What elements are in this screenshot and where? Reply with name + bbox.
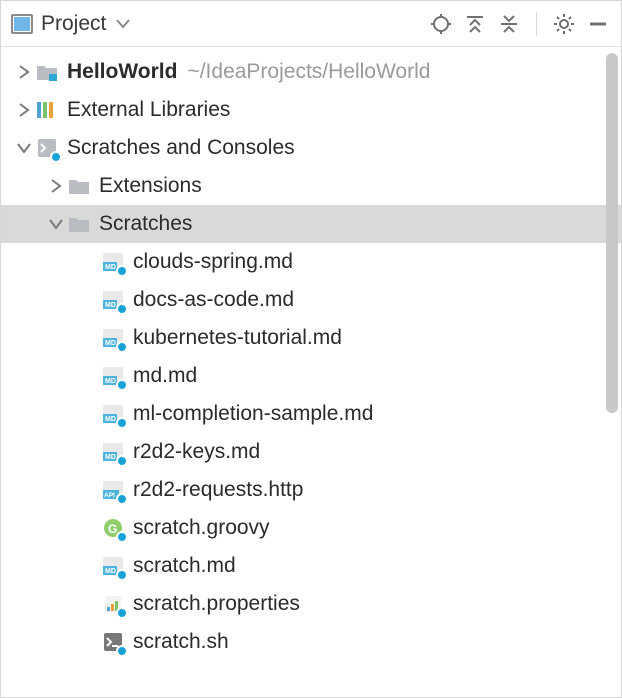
project-tool-window: Project (0, 0, 622, 698)
collapse-all-icon[interactable] (496, 11, 522, 37)
chevron-down-icon[interactable] (45, 213, 67, 235)
hide-icon[interactable] (585, 11, 611, 37)
md-file-icon: MD (101, 402, 125, 426)
tree-node-file[interactable]: API r2d2-requests.http (1, 471, 621, 509)
tree-node-file[interactable]: MD docs-as-code.md (1, 281, 621, 319)
tree-label: scratch.md (133, 554, 236, 578)
tree-node-file[interactable]: scratch.sh (1, 623, 621, 661)
svg-text:MD: MD (105, 340, 116, 347)
tree-label: r2d2-requests.http (133, 478, 303, 502)
svg-text:MD: MD (105, 378, 116, 385)
tree-node-external-libraries[interactable]: External Libraries (1, 91, 621, 129)
tree-node-file[interactable]: MD ml-completion-sample.md (1, 395, 621, 433)
tree-label: scratch.properties (133, 592, 300, 616)
libraries-icon (35, 98, 59, 122)
locate-icon[interactable] (428, 11, 454, 37)
svg-text:MD: MD (105, 568, 116, 575)
tree-label: External Libraries (67, 98, 230, 122)
svg-text:MD: MD (105, 416, 116, 423)
folder-icon (67, 174, 91, 198)
tree-label: ml-completion-sample.md (133, 402, 373, 426)
tree-label: md.md (133, 364, 197, 388)
tree-label: HelloWorld (67, 60, 177, 84)
svg-text:API: API (104, 492, 115, 499)
md-file-icon: MD (101, 288, 125, 312)
tree-hint: ~/IdeaProjects/HelloWorld (187, 60, 430, 84)
tree-label: Extensions (99, 174, 202, 198)
tree-node-file[interactable]: MD scratch.md (1, 547, 621, 585)
tree-node-file[interactable]: MD md.md (1, 357, 621, 395)
tree-node-file[interactable]: G scratch.groovy (1, 509, 621, 547)
tree-node-extensions[interactable]: Extensions (1, 167, 621, 205)
tree-label: scratch.groovy (133, 516, 270, 540)
tree-label: r2d2-keys.md (133, 440, 260, 464)
svg-text:MD: MD (105, 454, 116, 461)
md-file-icon: MD (101, 326, 125, 350)
view-title: Project (41, 12, 106, 36)
tree-node-scratches-consoles[interactable]: Scratches and Consoles (1, 129, 621, 167)
project-toolbar: Project (1, 1, 621, 47)
md-file-icon: MD (101, 250, 125, 274)
tree-node-file[interactable]: MD clouds-spring.md (1, 243, 621, 281)
md-file-icon: MD (101, 440, 125, 464)
tree-label: clouds-spring.md (133, 250, 293, 274)
groovy-file-icon: G (101, 516, 125, 540)
api-file-icon: API (101, 478, 125, 502)
project-view-icon (11, 14, 33, 34)
folder-icon (67, 212, 91, 236)
props-file-icon (101, 592, 125, 616)
chevron-right-icon[interactable] (13, 99, 35, 121)
md-file-icon: MD (101, 364, 125, 388)
tree-label: Scratches (99, 212, 192, 236)
tree-label: Scratches and Consoles (67, 136, 295, 160)
gear-icon[interactable] (551, 11, 577, 37)
module-folder-icon (35, 60, 59, 84)
tree-node-file[interactable]: MD r2d2-keys.md (1, 433, 621, 471)
tree-label: kubernetes-tutorial.md (133, 326, 342, 350)
project-tree[interactable]: HelloWorld ~/IdeaProjects/HelloWorld Ext… (1, 47, 621, 661)
expand-all-icon[interactable] (462, 11, 488, 37)
view-selector[interactable]: Project (11, 12, 130, 36)
sh-file-icon (101, 630, 125, 654)
toolbar-separator (536, 12, 537, 36)
md-file-icon: MD (101, 554, 125, 578)
tree-label: scratch.sh (133, 630, 229, 654)
chevron-right-icon[interactable] (13, 61, 35, 83)
scrollbar-thumb[interactable] (606, 53, 618, 413)
project-tree-body: HelloWorld ~/IdeaProjects/HelloWorld Ext… (1, 47, 621, 697)
tree-node-file[interactable]: scratch.properties (1, 585, 621, 623)
chevron-down-icon[interactable] (13, 137, 35, 159)
scratches-root-icon (35, 136, 59, 160)
tree-node-helloworld[interactable]: HelloWorld ~/IdeaProjects/HelloWorld (1, 53, 621, 91)
chevron-right-icon[interactable] (45, 175, 67, 197)
tree-node-file[interactable]: MD kubernetes-tutorial.md (1, 319, 621, 357)
svg-text:MD: MD (105, 302, 116, 309)
tree-label: docs-as-code.md (133, 288, 294, 312)
chevron-down-icon (116, 19, 130, 29)
svg-text:MD: MD (105, 264, 116, 271)
tree-node-scratches[interactable]: Scratches (1, 205, 621, 243)
